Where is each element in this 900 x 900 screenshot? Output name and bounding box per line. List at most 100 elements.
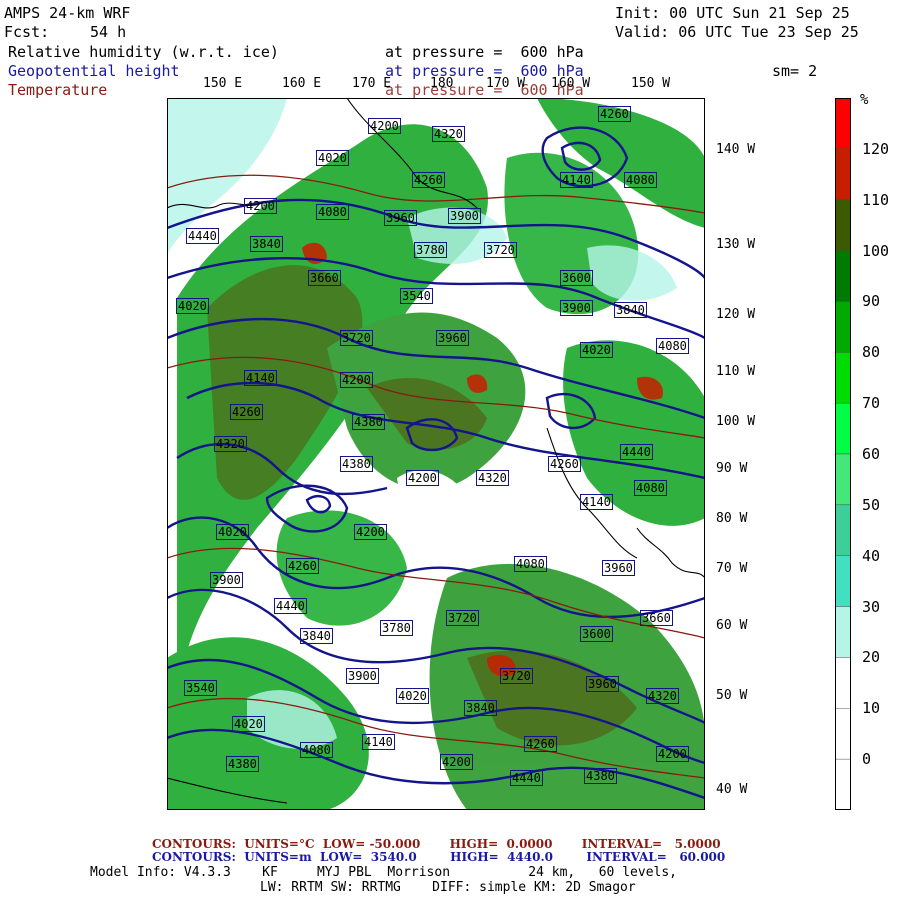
- height-contour-label: 3840: [614, 302, 647, 318]
- height-contour-label: 4260: [286, 558, 319, 574]
- field-name-temperature: Temperature: [8, 81, 108, 99]
- colorbar-unit: %: [860, 92, 869, 108]
- right-lon-label: 40 W: [716, 782, 748, 797]
- height-contour-label: 3900: [210, 572, 243, 588]
- height-contour-label: 4080: [514, 556, 547, 572]
- height-contour-label: 3900: [448, 208, 481, 224]
- height-contour-label: 4080: [656, 338, 689, 354]
- height-contour-label: 4380: [352, 414, 385, 430]
- height-contour-label: 4440: [620, 444, 653, 460]
- height-contour-label: 4200: [440, 754, 473, 770]
- model-title: AMPS 24-km WRF: [4, 4, 131, 22]
- height-contour-label: 3840: [250, 236, 283, 252]
- colorbar-tick-label: 30: [862, 597, 881, 616]
- height-contour-label: 3600: [560, 270, 593, 286]
- forecast-hour: 54 h: [90, 23, 127, 41]
- height-contour-label: 3720: [500, 668, 533, 684]
- right-lon-label: 130 W: [716, 237, 756, 252]
- height-contour-label: 4380: [226, 756, 259, 772]
- height-contour-label: 4080: [634, 480, 667, 496]
- height-contour-label: 4200: [244, 198, 277, 214]
- colorbar-segment: [835, 504, 851, 556]
- height-contour-label: 3540: [400, 288, 433, 304]
- height-contour-label: 4200: [406, 470, 439, 486]
- height-contour-label: 4140: [580, 494, 613, 510]
- height-contour-label: 3720: [446, 610, 479, 626]
- colorbar-tick-label: 60: [862, 445, 881, 463]
- height-contour-label: 3660: [308, 270, 341, 286]
- height-contour-label: 4200: [368, 118, 401, 134]
- height-contour-label: 4020: [216, 524, 249, 540]
- height-contour-label: 4140: [244, 370, 277, 386]
- colorbar-tick-label: 100: [862, 241, 890, 260]
- height-contour-label: 3960: [586, 676, 619, 692]
- height-contour-label: 4200: [340, 372, 373, 388]
- height-contour-label: 3720: [484, 242, 517, 258]
- height-contour-label: 4140: [560, 172, 593, 188]
- top-lon-label: 170 W: [486, 76, 526, 91]
- smoothing-label: sm= 2: [772, 62, 818, 80]
- height-contour-label: 4200: [656, 746, 689, 762]
- colorbar-segment: [835, 98, 851, 150]
- colorbar-tick-label: 10: [862, 699, 881, 718]
- colorbar-segment: [835, 555, 851, 607]
- footer-height-contours: CONTOURS: UNITS=m LOW= 3540.0 HIGH= 4440…: [152, 850, 726, 864]
- footer-model-info: Model Info: V4.3.3 KF MYJ PBL Morrison 2…: [90, 865, 677, 880]
- right-lon-label: 70 W: [716, 561, 748, 576]
- height-contour-label: 3960: [384, 210, 417, 226]
- top-lon-label: 160 E: [282, 76, 322, 91]
- height-contour-label: 4080: [300, 742, 333, 758]
- height-contour-label: 3900: [560, 300, 593, 316]
- top-lon-label: 160 W: [551, 76, 591, 91]
- colorbar-segment: [835, 402, 851, 455]
- height-contour-label: 3780: [380, 620, 413, 636]
- height-contour-label: 4020: [396, 688, 429, 704]
- height-contour-label: 4380: [340, 456, 373, 472]
- height-contour-label: 4440: [186, 228, 219, 244]
- height-contour-label: 4080: [316, 204, 349, 220]
- right-lon-label: 50 W: [716, 688, 748, 703]
- field-pressure-rh: at pressure = 600 hPa: [385, 43, 584, 61]
- colorbar-segment: [835, 758, 851, 810]
- right-lon-label: 60 W: [716, 618, 748, 633]
- height-contour-label: 4020: [176, 298, 209, 314]
- height-contour-label: 4320: [214, 436, 247, 452]
- right-lon-label: 80 W: [716, 511, 748, 526]
- colorbar-tick-label: 110: [862, 190, 890, 209]
- colorbar-tick-label: 70: [862, 394, 881, 413]
- height-contour-label: 4020: [316, 150, 349, 166]
- colorbar-segment: [835, 606, 851, 658]
- right-lon-label: 140 W: [716, 142, 756, 157]
- footer-model-info-2: LW: RRTM SW: RRTMG DIFF: simple KM: 2D S…: [260, 880, 636, 895]
- height-contour-label: 3660: [640, 610, 673, 626]
- height-contour-label: 4320: [432, 126, 465, 142]
- top-lon-label: 150 W: [631, 76, 671, 91]
- top-lon-label: 180: [430, 76, 454, 91]
- height-contour-label: 3720: [340, 330, 373, 346]
- height-contour-label: 4020: [232, 716, 265, 732]
- colorbar-segment: [835, 352, 851, 404]
- colorbar-segment: [835, 657, 851, 709]
- colorbar-tick-label: 0: [862, 750, 872, 769]
- height-contour-label: 3900: [346, 668, 379, 684]
- top-lon-label: 170 E: [352, 76, 392, 91]
- height-contour-label: 4440: [510, 770, 543, 786]
- height-contour-label: 4020: [580, 342, 613, 358]
- colorbar: [835, 98, 851, 810]
- height-contour-label: 3840: [464, 700, 497, 716]
- colorbar-segment: [835, 199, 851, 251]
- colorbar-tick-label: 90: [862, 292, 881, 311]
- colorbar-segment: [835, 708, 851, 760]
- init-time: Init: 00 UTC Sun 21 Sep 25: [615, 4, 850, 22]
- colorbar-segment: [835, 301, 851, 353]
- height-contour-label: 3780: [414, 242, 447, 258]
- colorbar-segment: [835, 250, 851, 302]
- forecast-label: Fcst:: [4, 23, 50, 41]
- height-contour-label: 4200: [354, 524, 387, 540]
- colorbar-tick-label: 40: [862, 546, 881, 565]
- height-contour-label: 3960: [436, 330, 469, 346]
- colorbar-segment: [835, 148, 851, 200]
- field-name-rh: Relative humidity (w.r.t. ice): [8, 43, 279, 61]
- height-contour-label: 3540: [184, 680, 217, 696]
- height-contour-label: 4260: [524, 736, 557, 752]
